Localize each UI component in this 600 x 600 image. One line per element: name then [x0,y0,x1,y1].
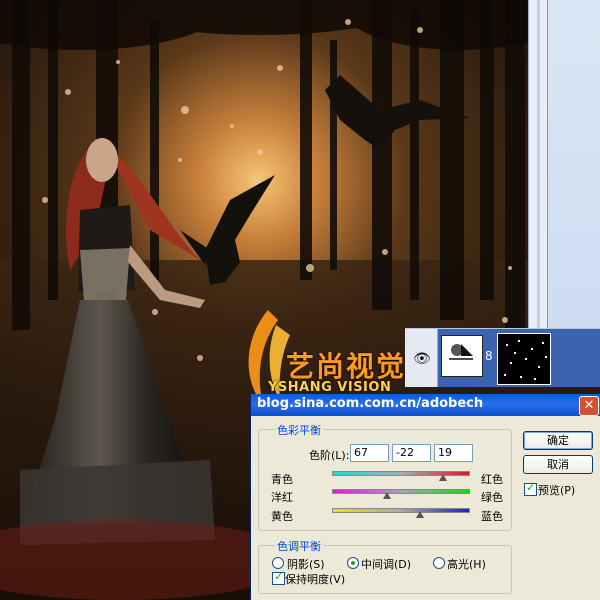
panel-scrollbar[interactable] [537,0,540,330]
slider-thumb[interactable] [416,511,424,518]
slider-thumb[interactable] [439,474,447,481]
yellow-blue-slider[interactable] [332,508,470,518]
midtones-radio[interactable] [347,557,359,569]
link-icon[interactable]: 8 [485,349,493,363]
magenta-green-slider[interactable] [332,489,470,499]
panel-strip [528,0,600,330]
visibility-toggle[interactable]: 👁 [405,329,438,387]
color-balance-icon [449,344,473,360]
slider-label-cyan: 青色 [271,473,293,486]
slider-track [332,489,470,494]
tone-balance-legend: 色调平衡 [275,538,323,554]
shadows-label: 阴影(S) [287,558,325,571]
color-balance-legend: 色彩平衡 [275,422,323,438]
color-balance-dialog: blog.sina.com.com.cn/adobech ✕ 色彩平衡 色阶(L… [250,394,600,600]
shadows-radio[interactable] [272,557,284,569]
dialog-title: blog.sina.com.com.cn/adobech [257,396,484,411]
slider-track [332,508,470,513]
adjustment-layer-row[interactable]: 👁 8 [405,328,600,387]
cyan-red-slider[interactable] [332,471,470,481]
level-cyan-red-input[interactable]: 67 [350,444,389,462]
slider-label-yellow: 黄色 [271,510,293,523]
eye-icon[interactable]: 👁 [413,351,431,367]
close-icon[interactable]: ✕ [579,396,599,416]
radio-selected-dot [351,561,355,565]
cancel-button[interactable]: 取消 [523,455,593,474]
highlights-radio[interactable] [433,557,445,569]
ok-button[interactable]: 确定 [523,431,593,450]
adjustment-thumbnail[interactable] [441,335,483,377]
highlights-label: 高光(H) [447,558,486,571]
check-icon: ✓ [274,570,284,583]
check-icon: ✓ [526,481,536,494]
watermark-english: YSHANG VISION [268,380,392,395]
levels-label: 色阶(L): [309,449,350,462]
slider-track [332,471,470,476]
slider-thumb[interactable] [383,492,391,499]
dialog-titlebar[interactable]: blog.sina.com.com.cn/adobech ✕ [251,394,600,416]
panel-area [547,0,600,330]
slider-label-red: 红色 [481,473,503,486]
preserve-luminosity-checkbox[interactable]: ✓ [272,570,285,585]
preview-label: 预览(P) [538,484,576,497]
midtones-label: 中间调(D) [361,558,412,571]
watermark-chinese: 艺尚视觉 [286,350,407,383]
slider-label-green: 绿色 [481,491,503,504]
layer-mask-thumbnail[interactable] [497,333,551,385]
level-yellow-blue-input[interactable]: 19 [434,444,473,462]
slider-label-blue: 蓝色 [481,510,503,523]
preview-checkbox[interactable]: ✓ [524,481,537,496]
level-magenta-green-input[interactable]: -22 [392,444,431,462]
slider-label-magenta: 洋红 [271,491,293,504]
preserve-luminosity-label: 保持明度(V) [285,573,346,586]
